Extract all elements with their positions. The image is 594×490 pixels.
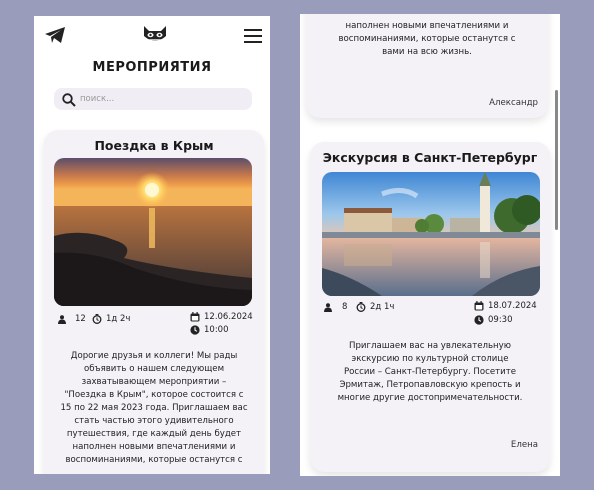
event-description-tail: наполнен новыми впечатлениями и воспомин… xyxy=(338,21,516,57)
participants-count: 8 xyxy=(324,302,347,312)
event-description: Дорогие друзья и коллеги! Мы рады объяви… xyxy=(60,351,248,465)
event-title: Поездка в Крым xyxy=(94,138,214,153)
event-card-crimea[interactable]: Поездка в Крым 12 1д 2ч 12.06.2024 10:00… xyxy=(44,130,264,474)
participants-count: 12 xyxy=(58,314,86,324)
event-card-spb[interactable]: Экскурсия в Санкт-Петербург 8 2д 1ч 18.0… xyxy=(310,142,550,472)
event-description: Приглашаем вас на увлекательную экскурси… xyxy=(337,341,523,403)
page-title: МЕРОПРИЯТИЯ xyxy=(92,60,212,75)
event-date: 12.06.2024 xyxy=(190,312,253,322)
search-input[interactable] xyxy=(80,91,240,107)
event-author: Елена xyxy=(510,440,538,450)
clock-icon xyxy=(474,315,484,325)
event-time: 09:30 xyxy=(474,315,513,325)
event-card-crimea-tail[interactable]: наполнен новыми впечатлениями и воспомин… xyxy=(306,14,548,118)
calendar-icon xyxy=(474,301,484,311)
app-header xyxy=(34,16,270,60)
event-title: Экскурсия в Санкт-Петербург xyxy=(322,150,538,165)
right-screen: наполнен новыми впечатлениями и воспомин… xyxy=(300,14,560,476)
event-author: Александр xyxy=(489,98,538,108)
event-time: 10:00 xyxy=(190,325,229,335)
hamburger-menu-icon[interactable] xyxy=(244,28,262,47)
saint-petersburg-canal-photo xyxy=(322,172,540,296)
telegram-icon[interactable] xyxy=(44,26,66,48)
search-bar[interactable] xyxy=(54,88,252,110)
search-icon xyxy=(62,92,76,111)
raccoon-logo-icon[interactable] xyxy=(142,24,168,50)
duration: 2д 1ч xyxy=(356,302,394,312)
timer-icon xyxy=(92,314,102,324)
person-icon xyxy=(324,302,332,312)
duration: 1д 2ч xyxy=(92,314,130,324)
scrollbar[interactable] xyxy=(555,90,558,230)
clock-icon xyxy=(190,325,200,335)
timer-icon xyxy=(356,302,366,312)
event-date: 18.07.2024 xyxy=(474,301,537,311)
sunset-sea-photo xyxy=(54,158,252,306)
calendar-icon xyxy=(190,312,200,322)
left-screen: МЕРОПРИЯТИЯ Поездка в Крым xyxy=(34,16,270,474)
person-icon xyxy=(58,314,66,324)
